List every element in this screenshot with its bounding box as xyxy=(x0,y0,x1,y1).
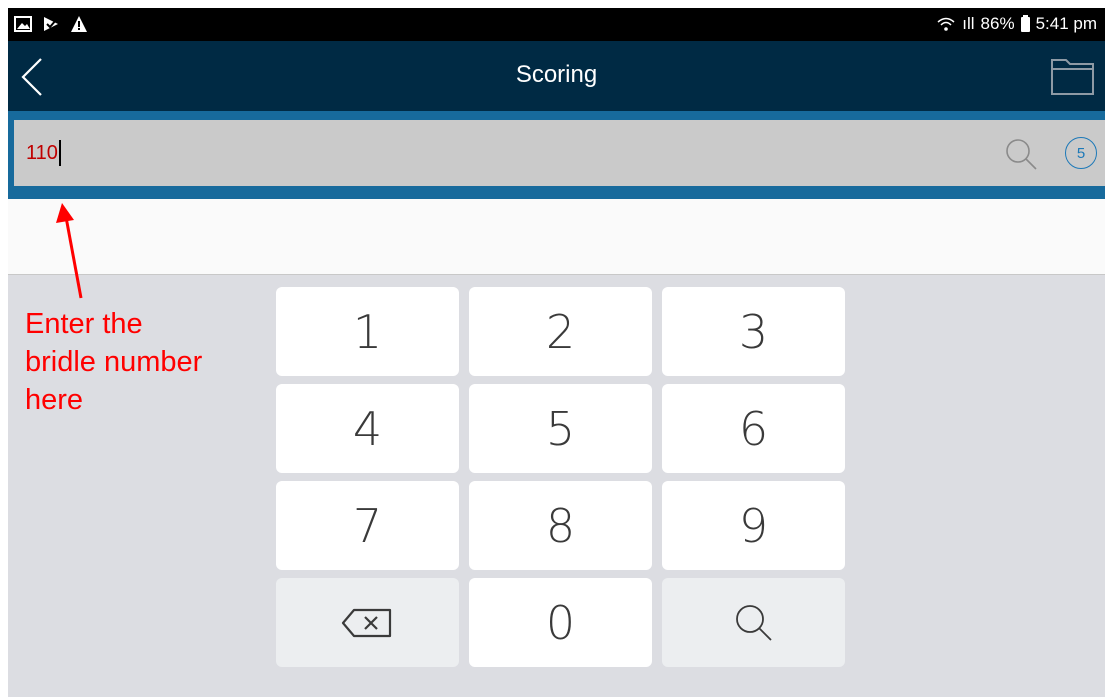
search-input[interactable]: 110 xyxy=(26,140,61,166)
key-7[interactable]: 7 xyxy=(276,481,459,570)
wifi-icon xyxy=(937,17,955,31)
backspace-button[interactable] xyxy=(276,578,459,667)
status-right: ıll 86% 5:41 pm xyxy=(936,14,1097,34)
key-2[interactable]: 2 xyxy=(469,287,652,376)
status-bar: ıll 86% 5:41 pm xyxy=(8,8,1105,41)
status-time: 5:41 pm xyxy=(1035,14,1097,33)
key-4[interactable]: 4 xyxy=(276,384,459,473)
phone-screen: ıll 86% 5:41 pm Scoring 110 5 Enter the … xyxy=(8,8,1105,697)
text-caret xyxy=(58,140,61,166)
check-flag-icon xyxy=(44,17,58,31)
image-icon xyxy=(14,16,32,32)
key-5[interactable]: 5 xyxy=(469,384,652,473)
search-box[interactable]: 110 5 xyxy=(14,120,1105,186)
alert-triangle-icon xyxy=(71,16,87,32)
search-icon[interactable] xyxy=(1003,136,1039,172)
backspace-icon xyxy=(341,608,391,637)
key-1[interactable]: 1 xyxy=(276,287,459,376)
battery-percent: 86% xyxy=(980,14,1015,33)
key-9[interactable]: 9 xyxy=(662,481,845,570)
status-left-icons xyxy=(14,15,88,33)
key-6[interactable]: 6 xyxy=(662,384,845,473)
key-0[interactable]: 0 xyxy=(469,578,652,667)
folder-icon[interactable] xyxy=(1049,55,1097,97)
result-area xyxy=(8,199,1105,275)
key-3[interactable]: 3 xyxy=(662,287,845,376)
page-title: Scoring xyxy=(515,61,598,88)
result-count-badge[interactable]: 5 xyxy=(1065,137,1097,169)
search-input-value: 110 xyxy=(26,141,58,164)
battery-icon xyxy=(1020,14,1030,32)
app-bar: Scoring xyxy=(8,41,1105,111)
annotation-text: Enter the bridle number here xyxy=(25,308,203,416)
keypad-search-button[interactable] xyxy=(662,578,845,667)
search-icon xyxy=(735,604,772,641)
red-arrow-annotation xyxy=(56,203,83,299)
signal-indicator: ıll xyxy=(962,14,975,33)
search-band: 110 5 xyxy=(8,111,1105,199)
key-8[interactable]: 8 xyxy=(469,481,652,570)
